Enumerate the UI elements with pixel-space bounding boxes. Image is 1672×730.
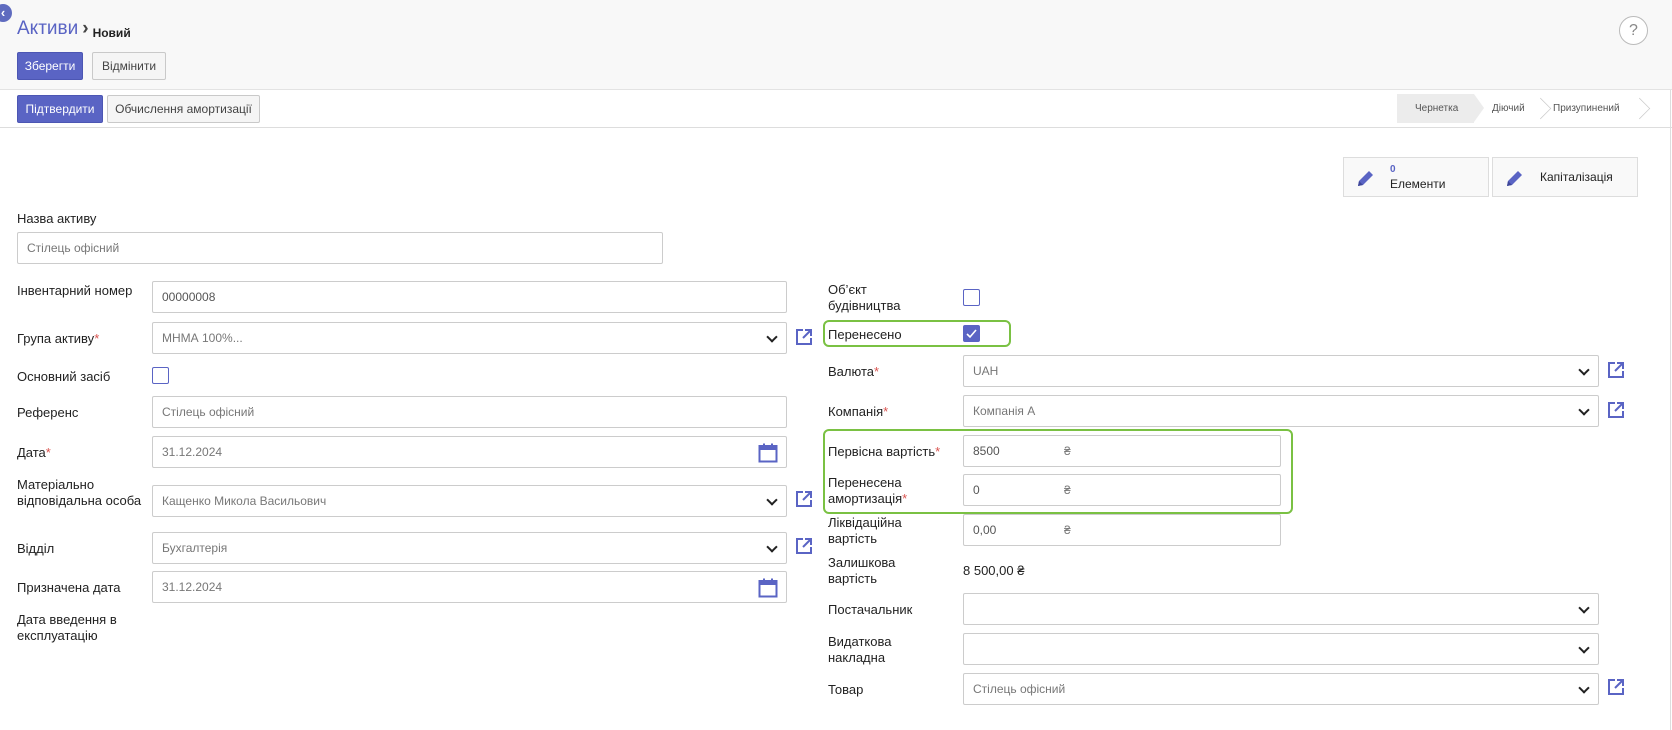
breadcrumb: Активи › Новий	[17, 18, 131, 40]
vendor-label: Постачальник	[828, 602, 913, 617]
salvage-value-label: Ліквідаційна вартість	[828, 515, 902, 546]
elements-count: 0	[1390, 164, 1396, 175]
reference-input[interactable]: Стілець офісний	[152, 396, 787, 428]
vendor-select[interactable]	[963, 593, 1599, 625]
assigned-date-value: 31.12.2024	[162, 580, 223, 594]
product-select[interactable]: Стілець офісний	[963, 673, 1599, 705]
transferred-depreciation-input[interactable]: 0 ₴	[963, 474, 1281, 506]
original-value-label: Первісна вартість	[828, 444, 940, 460]
external-link-icon[interactable]	[795, 328, 813, 346]
capitalization-label: Капіталізація	[1540, 170, 1613, 184]
elements-label: Елементи	[1390, 177, 1446, 191]
product-label: Товар	[828, 682, 864, 697]
chevron-down-icon	[1578, 364, 1590, 376]
inventory-number-input[interactable]: 00000008	[152, 281, 787, 313]
external-link-icon[interactable]	[1607, 678, 1625, 696]
currency-value: UAH	[973, 364, 999, 378]
breadcrumb-current: Новий	[92, 26, 131, 40]
help-button[interactable]: ?	[1619, 16, 1648, 45]
capitalization-smart-button[interactable]: Капіталізація	[1492, 157, 1638, 197]
chevron-down-icon	[766, 541, 778, 553]
assigned-date-input[interactable]: 31.12.2024	[152, 571, 787, 603]
fixed-asset-label: Основний засіб	[17, 369, 111, 384]
pencil-icon	[1507, 171, 1522, 186]
external-link-icon[interactable]	[795, 490, 813, 508]
currency-symbol: ₴	[1064, 444, 1071, 458]
department-value: Бухгалтерія	[162, 541, 228, 555]
discard-button[interactable]: Відмінити	[92, 52, 166, 80]
save-button[interactable]: Зберегти	[17, 52, 83, 80]
department-label: Відділ	[17, 541, 55, 556]
chevron-down-icon	[1578, 642, 1590, 654]
currency-label: Валюта	[828, 364, 879, 380]
responsible-person-value: Кащенко Микола Васильович	[162, 494, 327, 508]
chevron-down-icon	[1578, 602, 1590, 614]
currency-symbol: ₴	[1064, 523, 1071, 537]
asset-name-label: Назва активу	[17, 211, 97, 226]
company-select[interactable]: Компанія А	[963, 395, 1599, 427]
status-draft[interactable]: Чернетка	[1397, 94, 1484, 123]
invoice-select[interactable]	[963, 633, 1599, 665]
department-select[interactable]: Бухгалтерія	[152, 532, 787, 564]
control-panel	[0, 0, 1672, 90]
assigned-date-label: Призначена дата	[17, 580, 121, 595]
chevron-down-icon	[1578, 682, 1590, 694]
transferred-label: Перенесено	[828, 327, 902, 342]
calendar-icon[interactable]	[758, 578, 778, 598]
transferred-checkbox[interactable]	[963, 325, 980, 342]
commissioning-date-label: Дата введення в експлуатацію	[17, 612, 117, 643]
external-link-icon[interactable]	[1607, 401, 1625, 419]
construction-object-label: Об’єкт будівництва	[828, 282, 901, 313]
inventory-number-label: Інвентарний номер	[17, 283, 133, 298]
checkmark-icon	[966, 329, 977, 339]
original-value-input[interactable]: 8500 ₴	[963, 435, 1281, 467]
chevron-down-icon	[1578, 404, 1590, 416]
asset-group-value: МНМА 100%...	[162, 331, 243, 345]
confirm-button[interactable]: Підтвердити	[17, 95, 103, 123]
asset-name-input[interactable]: Стілець офісний	[17, 232, 663, 264]
scrollbar[interactable]	[1670, 90, 1671, 730]
construction-object-checkbox[interactable]	[963, 289, 980, 306]
company-value: Компанія А	[973, 404, 1036, 418]
date-value: 31.12.2024	[162, 445, 223, 459]
product-value: Стілець офісний	[973, 682, 1066, 696]
responsible-person-label: Матеріально відповідальна особа	[17, 477, 142, 508]
company-label: Компанія	[828, 404, 888, 420]
residual-value-label: Залишкова вартість	[828, 555, 896, 586]
date-label: Дата	[17, 445, 51, 461]
compute-depreciation-button[interactable]: Обчислення амортизації	[107, 95, 260, 123]
breadcrumb-separator-icon: ›	[82, 18, 89, 39]
breadcrumb-parent[interactable]: Активи	[17, 18, 78, 39]
salvage-value-input[interactable]: 0,00 ₴	[963, 514, 1281, 546]
asset-group-label: Група активу	[17, 331, 99, 347]
salvage-value: 0,00	[973, 523, 997, 537]
asset-group-select[interactable]: МНМА 100%...	[152, 322, 787, 354]
transferred-depreciation-label: Перенесена амортизація	[828, 475, 923, 507]
chevron-down-icon	[766, 494, 778, 506]
reference-label: Референс	[17, 405, 79, 420]
date-input[interactable]: 31.12.2024	[152, 436, 787, 468]
original-value: 8500	[973, 444, 1000, 458]
currency-select[interactable]: UAH	[963, 355, 1599, 387]
external-link-icon[interactable]	[1607, 361, 1625, 379]
external-link-icon[interactable]	[795, 537, 813, 555]
invoice-label: Видаткова накладна	[828, 634, 892, 665]
transferred-depreciation-value: 0	[973, 483, 980, 497]
pencil-icon	[1358, 171, 1373, 186]
residual-value: 8 500,00 ₴	[963, 563, 1025, 578]
currency-symbol: ₴	[1064, 483, 1071, 497]
responsible-person-select[interactable]: Кащенко Микола Васильович	[152, 485, 787, 517]
chevron-down-icon	[766, 331, 778, 343]
stage-separator-icon	[1643, 94, 1655, 123]
fixed-asset-checkbox[interactable]	[152, 367, 169, 384]
calendar-icon[interactable]	[758, 443, 778, 463]
elements-smart-button[interactable]: 0 Елементи	[1343, 157, 1489, 197]
